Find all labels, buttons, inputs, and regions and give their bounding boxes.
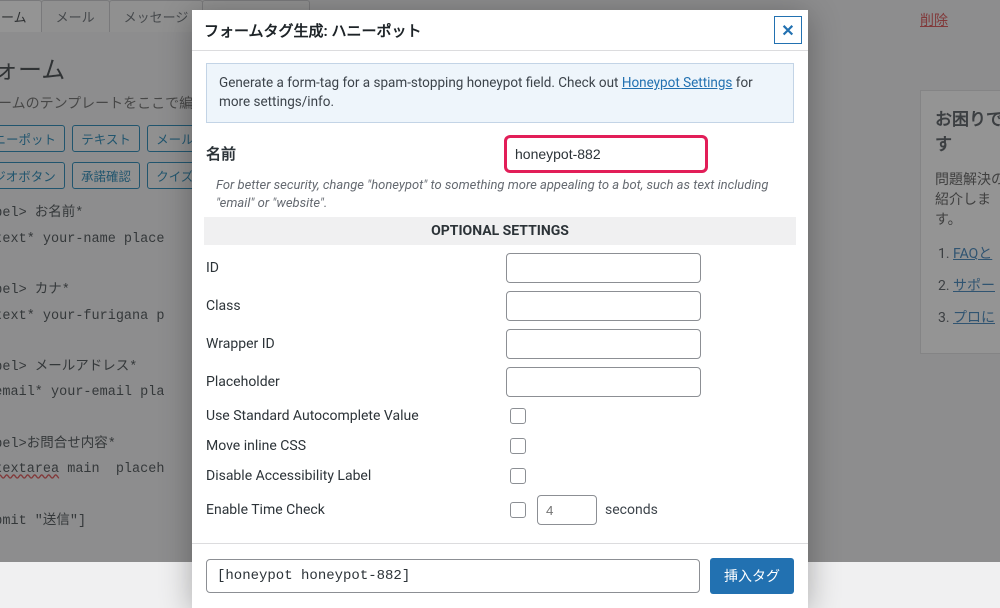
help-link-faq[interactable]: FAQと xyxy=(953,243,1000,263)
info-banner: Generate a form-tag for a spam-stopping … xyxy=(206,63,794,123)
help-text: 問題解決の 紹介します。 xyxy=(935,169,1000,229)
move-css-checkbox[interactable] xyxy=(510,438,526,454)
name-input[interactable] xyxy=(506,137,706,171)
insert-tag-button[interactable]: 挿入タグ xyxy=(710,558,794,594)
autocomplete-label: Use Standard Autocomplete Value xyxy=(206,408,506,424)
dialog-title: フォームタグ生成: ハニーポット xyxy=(204,20,422,41)
class-label: Class xyxy=(206,298,506,314)
form-tag-generator-dialog: フォームタグ生成: ハニーポット ✕ Generate a form-tag f… xyxy=(192,10,808,608)
help-box: お困りです 問題解決の 紹介します。 FAQと サポー プロに xyxy=(920,90,1000,354)
time-check-checkbox[interactable] xyxy=(510,502,526,518)
tag-radio[interactable]: ラジオボタン xyxy=(0,162,65,189)
move-css-label: Move inline CSS xyxy=(206,438,506,454)
placeholder-input[interactable] xyxy=(506,367,701,397)
autocomplete-checkbox[interactable] xyxy=(510,408,526,424)
tab-message[interactable]: メッセージ xyxy=(109,0,204,32)
close-icon: ✕ xyxy=(781,21,794,40)
time-check-unit: seconds xyxy=(605,502,658,518)
delete-link[interactable]: 削除 xyxy=(920,13,948,29)
name-label: 名前 xyxy=(206,143,506,164)
id-label: ID xyxy=(206,260,506,276)
close-button[interactable]: ✕ xyxy=(774,16,802,44)
tag-accept[interactable]: 承諾確認 xyxy=(72,162,140,189)
wrapper-id-input[interactable] xyxy=(506,329,701,359)
class-input[interactable] xyxy=(506,291,701,321)
tab-form[interactable]: フォーム xyxy=(0,0,42,32)
name-hint: For better security, change "honeypot" t… xyxy=(216,177,794,213)
wrapper-id-label: Wrapper ID xyxy=(206,336,506,352)
placeholder-label: Placeholder xyxy=(206,374,506,390)
disable-a11y-label: Disable Accessibility Label xyxy=(206,468,506,484)
disable-a11y-checkbox[interactable] xyxy=(510,468,526,484)
tag-honeypot[interactable]: ハニーポット xyxy=(0,125,65,152)
time-check-label: Enable Time Check xyxy=(206,502,506,518)
help-link-support[interactable]: サポー xyxy=(953,275,1000,295)
time-check-value[interactable] xyxy=(537,495,597,525)
help-title: お困りです xyxy=(935,105,1000,155)
id-input[interactable] xyxy=(506,253,701,283)
generated-tag-field[interactable] xyxy=(206,559,700,593)
optional-settings-heading: OPTIONAL SETTINGS xyxy=(204,217,796,245)
tab-mail[interactable]: メール xyxy=(41,0,110,32)
tag-text[interactable]: テキスト xyxy=(72,125,140,152)
honeypot-settings-link[interactable]: Honeypot Settings xyxy=(622,75,733,91)
help-link-pro[interactable]: プロに xyxy=(953,307,1000,327)
